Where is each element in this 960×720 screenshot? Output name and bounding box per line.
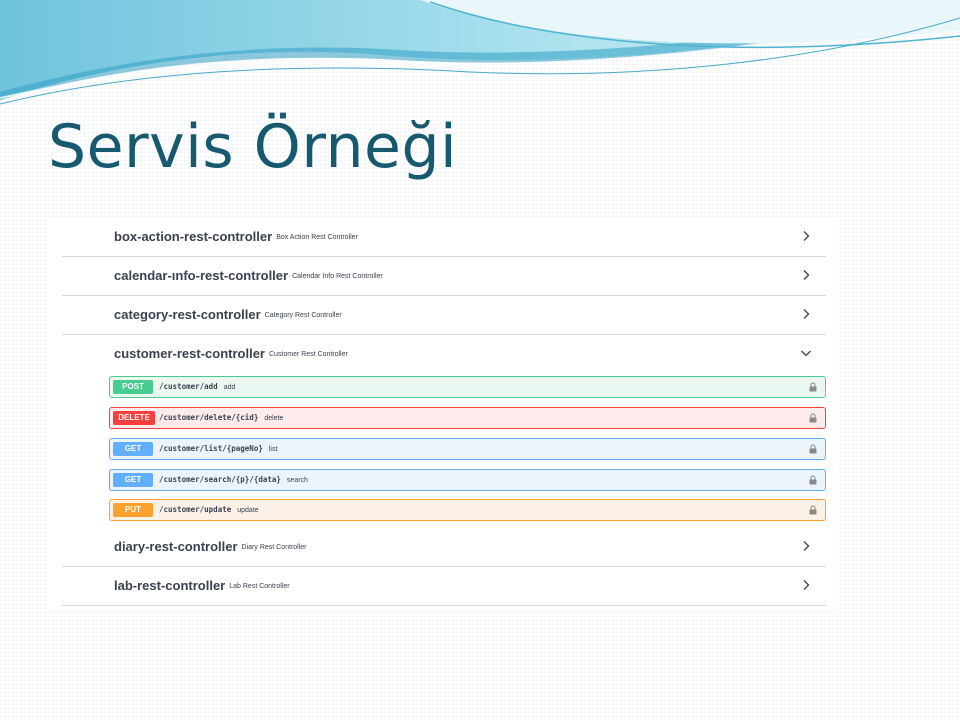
method-badge: DELETE xyxy=(113,411,155,425)
operation-delete-customer[interactable]: DELETE /customer/delete/{cid} delete xyxy=(109,407,826,429)
controller-title: box-action-rest-controller Box Action Res… xyxy=(114,229,358,244)
controller-row-box-action[interactable]: box-action-rest-controller Box Action Res… xyxy=(62,218,826,257)
method-badge: GET xyxy=(113,473,153,487)
controller-description: Customer Rest Controller xyxy=(268,351,348,359)
chevron-right-icon[interactable] xyxy=(800,308,812,320)
controller-row-customer[interactable]: customer-rest-controller Customer Rest Co… xyxy=(62,335,826,373)
operation-put-customer-update[interactable]: PUT /customer/update update xyxy=(109,499,826,521)
operation-get-customer-list[interactable]: GET /customer/list/{pageNo} list xyxy=(109,438,826,460)
endpoint-path: /customer/search/{p}/{data} search xyxy=(159,475,308,484)
lock-icon[interactable] xyxy=(809,413,817,423)
header-wave-decoration xyxy=(0,0,960,105)
controller-description: Calendar Info Rest Controller xyxy=(292,273,383,281)
controller-title: category-rest-controller Category Rest Co… xyxy=(114,307,342,322)
controller-title: diary-rest-controller Diary Rest Controll… xyxy=(114,539,307,554)
endpoint-path: /customer/add add xyxy=(159,382,236,391)
controller-title: calendar-ınfo-rest-controller Calendar In… xyxy=(114,268,383,283)
controller-description: Diary Rest Controller xyxy=(241,544,307,552)
controller-row-category[interactable]: category-rest-controller Category Rest Co… xyxy=(62,296,826,335)
chevron-right-icon[interactable] xyxy=(800,579,812,591)
slide-title: Servis Örneği xyxy=(48,112,458,182)
controller-row-calendar-info[interactable]: calendar-ınfo-rest-controller Calendar In… xyxy=(62,257,826,296)
lock-icon[interactable] xyxy=(809,475,817,485)
chevron-down-icon[interactable] xyxy=(800,347,812,359)
endpoint-path: /customer/list/{pageNo} list xyxy=(159,444,278,453)
endpoint-summary: add xyxy=(223,384,236,391)
chevron-right-icon[interactable] xyxy=(800,269,812,281)
controller-row-diary[interactable]: diary-rest-controller Diary Rest Controll… xyxy=(62,528,826,567)
controller-title: lab-rest-controller Lab Rest Controller xyxy=(114,578,290,593)
method-badge: GET xyxy=(113,442,153,456)
endpoint-summary: update xyxy=(237,507,259,514)
lock-icon[interactable] xyxy=(809,444,817,454)
operation-post-customer-add[interactable]: POST /customer/add add xyxy=(109,376,826,398)
controller-row-lab[interactable]: lab-rest-controller Lab Rest Controller xyxy=(62,567,826,606)
endpoint-summary: delete xyxy=(264,415,284,422)
endpoint-summary: search xyxy=(286,477,308,484)
operation-get-customer-search[interactable]: GET /customer/search/{p}/{data} search xyxy=(109,469,826,491)
lock-icon[interactable] xyxy=(809,382,817,392)
controller-description: Box Action Rest Controller xyxy=(276,234,358,242)
endpoint-path: /customer/delete/{cid} delete xyxy=(159,413,284,422)
endpoint-path: /customer/update update xyxy=(159,505,259,514)
controller-description: Lab Rest Controller xyxy=(229,583,290,591)
chevron-right-icon[interactable] xyxy=(800,230,812,242)
controller-description: Category Rest Controller xyxy=(264,312,342,320)
endpoint-summary: list xyxy=(268,446,278,453)
controller-title: customer-rest-controller Customer Rest Co… xyxy=(114,346,348,361)
chevron-right-icon[interactable] xyxy=(800,540,812,552)
lock-icon[interactable] xyxy=(809,505,817,515)
method-badge: POST xyxy=(113,380,153,394)
method-badge: PUT xyxy=(113,503,153,517)
